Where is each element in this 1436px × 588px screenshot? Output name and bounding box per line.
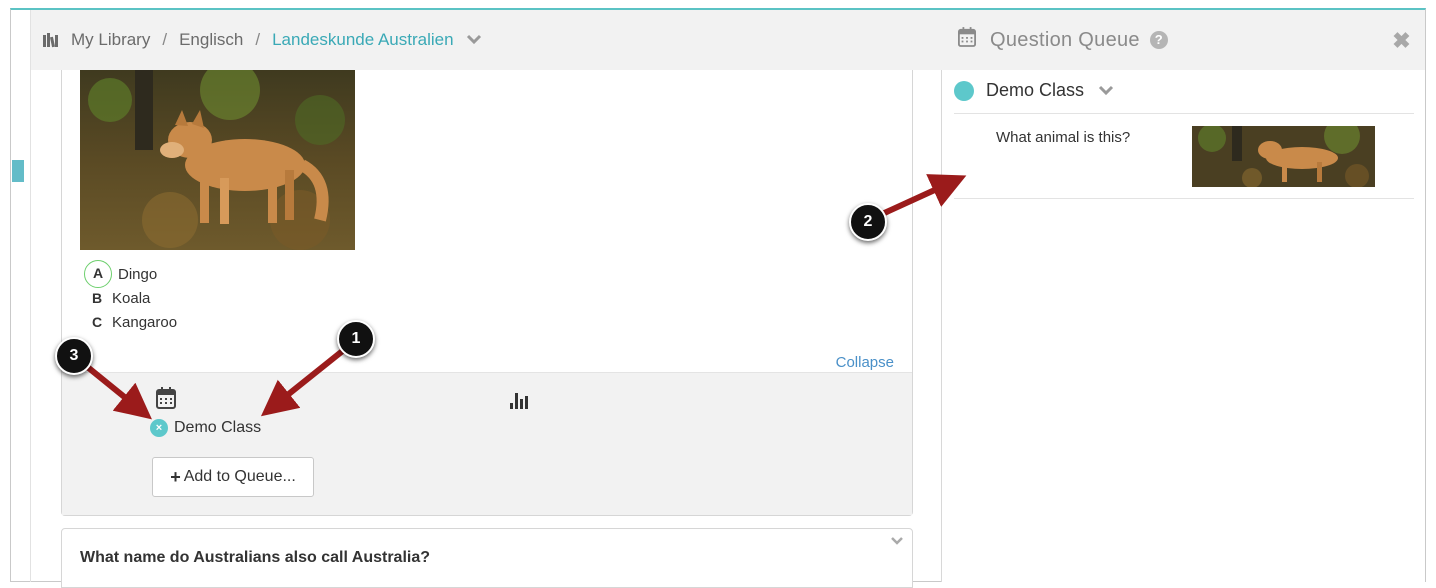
class-status-dot: [954, 80, 974, 101]
answer-a-text: Dingo: [118, 265, 158, 283]
next-question-card[interactable]: What name do Australians also call Austr…: [61, 528, 913, 588]
bar-chart-icon[interactable]: [509, 391, 531, 409]
chevron-down-icon[interactable]: [1098, 83, 1114, 99]
breadcrumb-englisch[interactable]: Englisch: [179, 30, 243, 50]
queue-item-text[interactable]: What animal is this?: [996, 129, 1130, 146]
chevron-down-icon[interactable]: [890, 533, 904, 549]
remove-icon[interactable]: ×: [150, 419, 168, 437]
answer-c: C Kangaroo: [82, 310, 177, 334]
queued-class-name: Demo Class: [174, 419, 262, 436]
chevron-down-icon[interactable]: [466, 32, 482, 48]
callout-2: 2: [849, 203, 887, 241]
question-queue-panel: Question Queue ? ✖ Demo Class What anima…: [942, 10, 1425, 582]
breadcrumb-separator: /: [255, 30, 261, 49]
callout-3: 3: [55, 337, 93, 375]
question-library-pane: My Library / Englisch / Landeskunde Aust…: [30, 10, 943, 588]
divider: [954, 198, 1414, 199]
next-question-text: What name do Australians also call Austr…: [80, 549, 431, 566]
answer-c-text: Kangaroo: [112, 313, 178, 331]
answer-b-text: Koala: [112, 289, 151, 307]
breadcrumb: My Library / Englisch / Landeskunde Aust…: [31, 10, 943, 70]
close-icon[interactable]: ✖: [1392, 28, 1411, 54]
calendar-icon[interactable]: [156, 387, 176, 409]
callout-1: 1: [337, 320, 375, 358]
add-to-queue-label: Add to Queue...: [183, 468, 296, 485]
breadcrumb-my-library[interactable]: My Library: [71, 30, 150, 50]
queue-tray: × Demo Class + Add to Queue...: [62, 372, 912, 515]
queue-title: Question Queue: [990, 28, 1140, 51]
library-icon: [43, 33, 65, 48]
queue-class-selector[interactable]: Demo Class: [954, 80, 1114, 101]
answer-a: A Dingo: [82, 260, 177, 288]
queue-class-name: Demo Class: [986, 80, 1085, 100]
answer-b: B Koala: [82, 286, 177, 310]
help-icon[interactable]: ?: [1149, 31, 1168, 49]
dingo-photo: [80, 70, 355, 250]
calendar-icon: [958, 27, 976, 53]
answer-b-letter: B: [92, 290, 103, 306]
queued-class-chip: × Demo Class: [150, 419, 261, 437]
plus-icon: +: [170, 466, 181, 487]
side-tab-indicator[interactable]: [12, 160, 24, 182]
question-card: A Dingo B Koala C Kangaroo Collapse × De…: [61, 70, 913, 516]
answer-c-letter: C: [92, 314, 103, 330]
breadcrumb-separator: /: [162, 30, 168, 49]
answer-a-letter: A: [84, 260, 112, 288]
collapse-link[interactable]: Collapse: [836, 354, 894, 371]
add-to-queue-button[interactable]: + Add to Queue...: [152, 457, 314, 497]
breadcrumb-current[interactable]: Landeskunde Australien: [272, 30, 453, 50]
queue-header: Question Queue ? ✖: [942, 10, 1425, 70]
queue-item-thumbnail: [1192, 126, 1375, 187]
answer-list: A Dingo B Koala C Kangaroo: [82, 260, 177, 334]
divider: [954, 113, 1414, 114]
